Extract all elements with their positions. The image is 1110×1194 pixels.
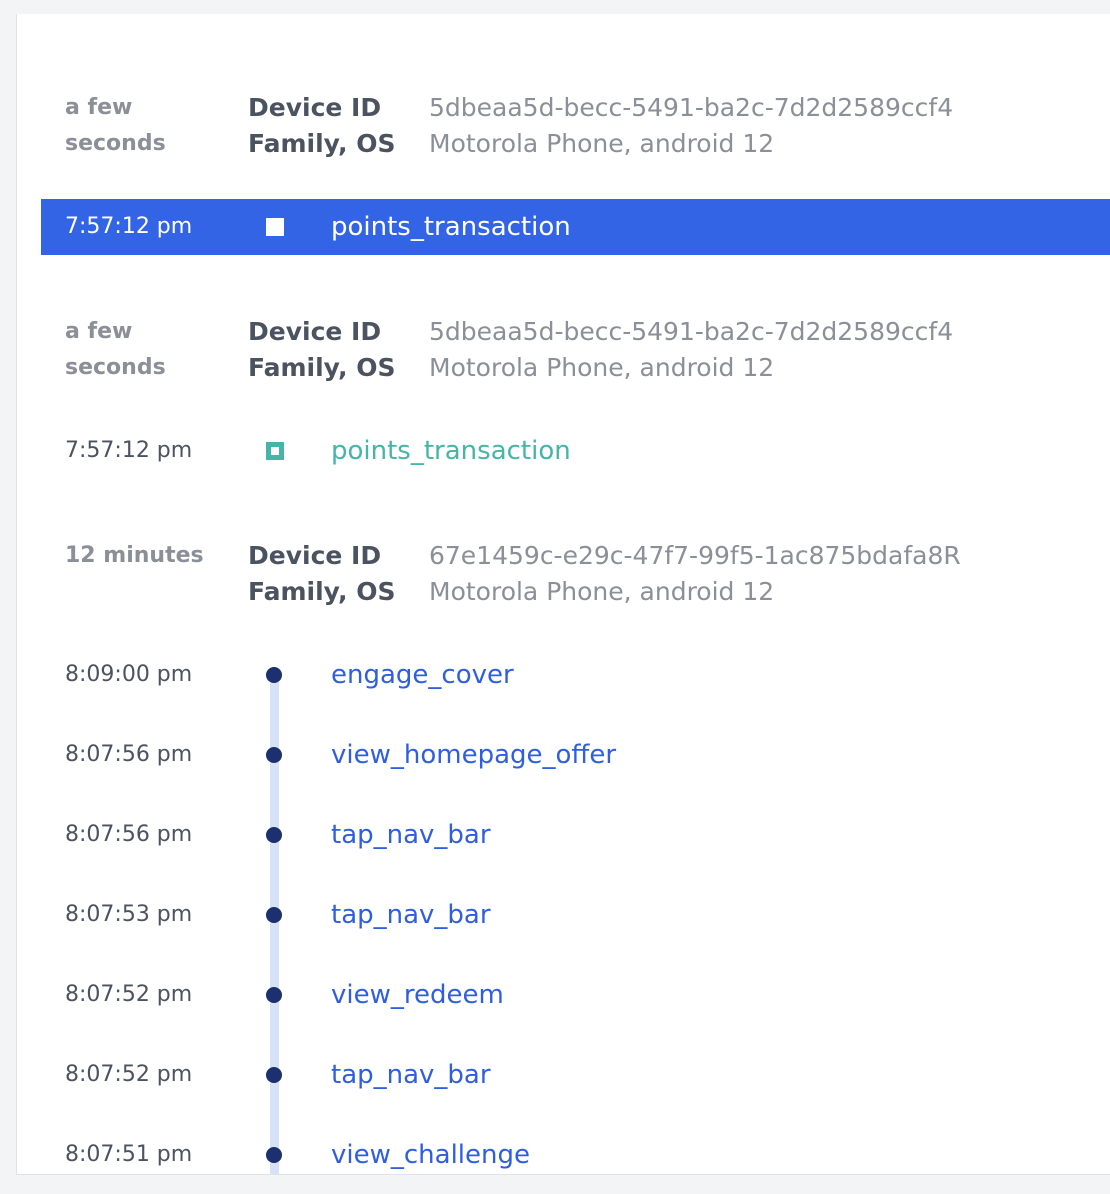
square-icon xyxy=(266,218,284,236)
timeline-dot-icon xyxy=(266,667,282,683)
timeline-dot-icon xyxy=(266,987,282,1003)
event-name[interactable]: points_transaction xyxy=(331,423,571,479)
clipped-previous-row xyxy=(17,14,1110,16)
event-row-selected[interactable]: 7:57:12 pm points_transaction xyxy=(41,199,1110,255)
event-name[interactable]: points_transaction xyxy=(331,199,571,255)
family-os-label: Family, OS xyxy=(248,353,396,382)
device-id-label: Device ID xyxy=(248,93,382,122)
timeline-dot-icon xyxy=(266,1147,282,1163)
session-values: 67e1459c-e29c-47f7-99f5-1ac875bdafa8R Mo… xyxy=(429,538,961,610)
event-time: 8:09:00 pm xyxy=(65,662,193,687)
event-time: 7:57:12 pm xyxy=(65,438,193,463)
device-id-value: 5dbeaa5d-becc-5491-ba2c-7d2d2589ccf4 xyxy=(429,317,954,346)
session-keys: Device ID Family, OS xyxy=(248,90,396,162)
square-icon xyxy=(266,442,284,460)
event-stream-panel: a few seconds Device ID Family, OS 5dbea… xyxy=(16,14,1110,1175)
timeline-event-row[interactable]: 8:09:00 pm engage_cover xyxy=(17,647,1110,703)
timeline-dot-icon xyxy=(266,827,282,843)
event-name[interactable]: view_redeem xyxy=(331,967,504,1023)
event-time: 8:07:56 pm xyxy=(65,742,193,767)
family-os-value: Motorola Phone, android 12 xyxy=(429,129,775,158)
timeline-event-row[interactable]: 8:07:53 pm tap_nav_bar xyxy=(17,887,1110,943)
event-name[interactable]: tap_nav_bar xyxy=(331,807,491,863)
event-time: 7:57:12 pm xyxy=(65,214,193,239)
timeline-dot-icon xyxy=(266,747,282,763)
event-name[interactable]: tap_nav_bar xyxy=(331,887,491,943)
event-time: 8:07:56 pm xyxy=(65,822,193,847)
event-time: 8:07:53 pm xyxy=(65,902,193,927)
event-row[interactable]: 7:57:12 pm points_transaction xyxy=(41,423,1110,479)
session-values: 5dbeaa5d-becc-5491-ba2c-7d2d2589ccf4 Mot… xyxy=(429,314,953,386)
family-os-value: Motorola Phone, android 12 xyxy=(429,353,775,382)
event-time: 8:07:52 pm xyxy=(65,1062,193,1087)
session-values: 5dbeaa5d-becc-5491-ba2c-7d2d2589ccf4 Mot… xyxy=(429,90,953,162)
session-relative-time: a few seconds xyxy=(65,95,166,156)
timeline-dot-icon xyxy=(266,1067,282,1083)
event-name[interactable]: view_homepage_offer xyxy=(331,727,616,783)
timeline-dot-icon xyxy=(266,907,282,923)
family-os-label: Family, OS xyxy=(248,129,396,158)
device-id-value: 67e1459c-e29c-47f7-99f5-1ac875bdafa8R xyxy=(429,541,961,570)
timeline-event-row[interactable]: 8:07:52 pm view_redeem xyxy=(17,967,1110,1023)
device-id-label: Device ID xyxy=(248,541,382,570)
device-id-value: 5dbeaa5d-becc-5491-ba2c-7d2d2589ccf4 xyxy=(429,93,954,122)
session-relative-time: 12 minutes xyxy=(65,543,204,568)
event-name[interactable]: view_challenge xyxy=(331,1127,530,1174)
session-keys: Device ID Family, OS xyxy=(248,538,396,610)
timeline-event-row[interactable]: 8:07:52 pm tap_nav_bar xyxy=(17,1047,1110,1103)
session-keys: Device ID Family, OS xyxy=(248,314,396,386)
family-os-label: Family, OS xyxy=(248,577,396,606)
timeline-event-row[interactable]: 8:07:51 pm view_challenge xyxy=(17,1127,1110,1174)
event-time: 8:07:51 pm xyxy=(65,1142,193,1167)
timeline-event-row[interactable]: 8:07:56 pm tap_nav_bar xyxy=(17,807,1110,863)
event-name[interactable]: tap_nav_bar xyxy=(331,1047,491,1103)
session-relative-time: a few seconds xyxy=(65,319,166,380)
family-os-value: Motorola Phone, android 12 xyxy=(429,577,775,606)
device-id-label: Device ID xyxy=(248,317,382,346)
event-name[interactable]: engage_cover xyxy=(331,647,514,703)
timeline-event-row[interactable]: 8:07:56 pm view_homepage_offer xyxy=(17,727,1110,783)
event-time: 8:07:52 pm xyxy=(65,982,193,1007)
